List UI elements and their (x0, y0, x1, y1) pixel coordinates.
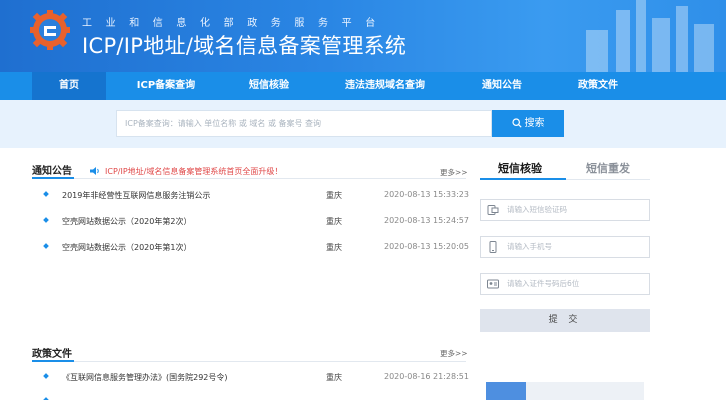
policy-row-region: 重庆 (326, 373, 342, 382)
page-title: ICP/IP地址/域名信息备案管理系统 (82, 34, 407, 58)
notice-row-title[interactable]: 2019年非经营性互联网信息服务注销公示 (62, 190, 210, 201)
notice-row-date: 2020-08-13 15:24:57 (384, 216, 469, 225)
ministry-gear-logo (30, 10, 70, 50)
policy-more-link[interactable]: 更多>> (440, 348, 468, 359)
submit-button[interactable]: 提 交 (480, 309, 650, 332)
sms-code-field[interactable]: 请输入短信验证码 (480, 199, 650, 221)
id-card-icon (487, 279, 499, 289)
list-bullet (43, 191, 49, 197)
speaker-icon (90, 167, 99, 175)
site-header: 工业和信息化部政务服务平台 ICP/IP地址/域名信息备案管理系统 (0, 0, 726, 72)
nav-item-notices[interactable]: 通知公告 (466, 72, 538, 100)
notice-row-region: 重庆 (326, 217, 342, 226)
policy-divider (32, 361, 466, 362)
notice-divider (32, 178, 466, 179)
search-band: ICP备案查询：请输入 单位名称 或 域名 或 备案号 查询 搜索 (0, 100, 726, 148)
header-subtitle: 工业和信息化部政务服务平台 (82, 18, 389, 29)
notice-row-region: 重庆 (326, 191, 342, 200)
promo-card[interactable] (486, 382, 644, 400)
notice-more-link[interactable]: 更多>> (440, 167, 468, 178)
scrolling-announcement[interactable]: ICP/IP地址/域名信息备案管理系统首页全面升级！ (105, 166, 282, 177)
promo-card-icon (486, 382, 526, 400)
search-button[interactable]: 搜索 (492, 110, 564, 137)
policy-title-underline (32, 360, 74, 362)
id-number-placeholder: 请输入证件号码后6位 (507, 279, 580, 288)
nav-item-icp-query[interactable]: ICP备案查询 (120, 72, 212, 100)
main-nav: 首页 ICP备案查询 短信核验 违法违规域名查询 通知公告 政策文件 (0, 72, 726, 100)
search-input[interactable]: ICP备案查询：请输入 单位名称 或 域名 或 备案号 查询 (116, 110, 492, 137)
list-bullet (43, 373, 49, 379)
tab-active-underline (480, 178, 566, 180)
list-bullet (43, 243, 49, 249)
phone-field[interactable]: 请输入手机号 (480, 236, 650, 258)
search-icon (511, 118, 522, 128)
nav-item-illegal-domain[interactable]: 违法违规域名查询 (330, 72, 440, 100)
skyline-decoration (586, 0, 714, 72)
nav-item-sms-verify[interactable]: 短信核验 (230, 72, 308, 100)
notice-row-title[interactable]: 空壳网站数据公示（2020年第1次） (62, 242, 191, 253)
phone-placeholder: 请输入手机号 (507, 242, 552, 251)
tab-sms-verify[interactable]: 短信核验 (498, 160, 542, 176)
notice-row-date: 2020-08-13 15:33:23 (384, 190, 469, 199)
search-button-label: 搜索 (524, 118, 545, 129)
sms-code-placeholder: 请输入短信验证码 (507, 205, 567, 214)
notice-row-date: 2020-08-13 15:20:05 (384, 242, 469, 251)
list-bullet (43, 217, 49, 223)
phone-icon (489, 241, 497, 253)
notice-title-underline (32, 177, 74, 179)
policy-row-title[interactable]: 《互联网信息服务管理办法》(国务院292号令) (62, 372, 228, 383)
id-number-field[interactable]: 请输入证件号码后6位 (480, 273, 650, 295)
nav-item-policy[interactable]: 政策文件 (562, 72, 634, 100)
policy-section-title: 政策文件 (32, 349, 72, 360)
tab-sms-resend[interactable]: 短信重发 (586, 160, 630, 176)
notice-section-title: 通知公告 (32, 166, 72, 177)
nav-item-home[interactable]: 首页 (32, 72, 106, 100)
notice-row-title[interactable]: 空壳网站数据公示（2020年第2次） (62, 216, 191, 227)
sms-code-icon (487, 205, 499, 215)
policy-row-date: 2020-08-16 21:28:51 (384, 372, 469, 381)
notice-row-region: 重庆 (326, 243, 342, 252)
